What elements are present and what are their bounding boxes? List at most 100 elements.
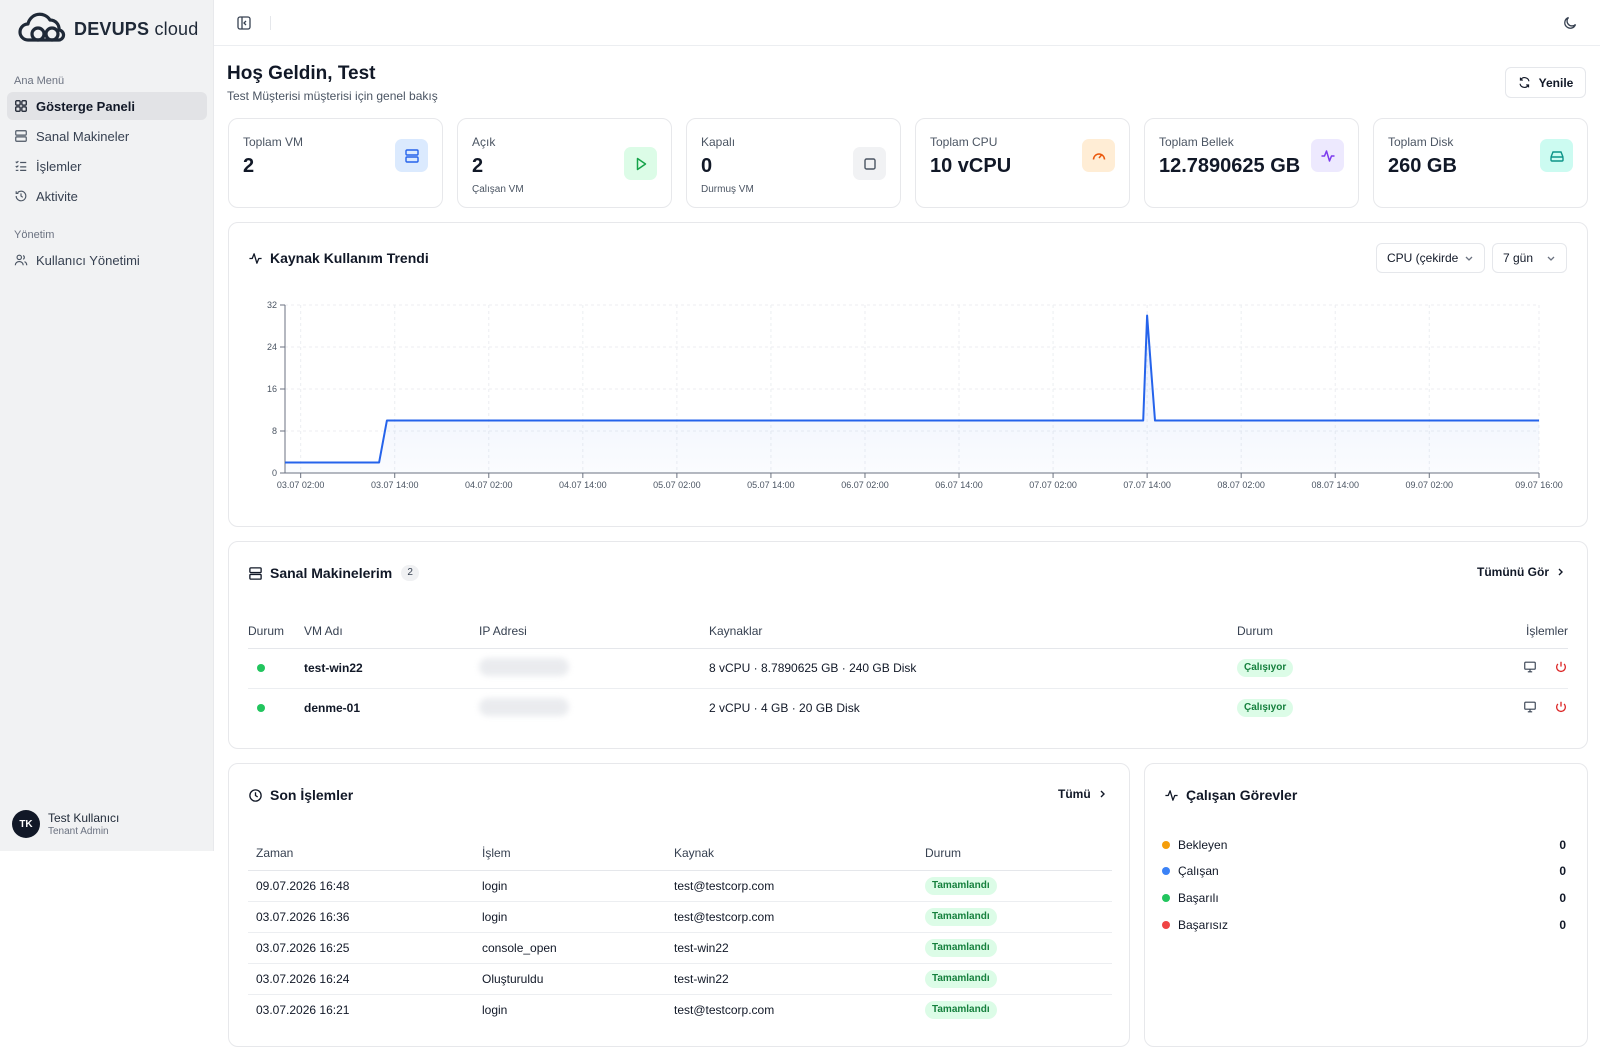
table-row[interactable]: test-win22 8 vCPU · 8.7890625 GB · 240 G… [248, 648, 1568, 689]
vm-table: Durum VM Adı IP Adresi Kaynaklar Durum İ… [248, 615, 1568, 728]
sidebar-item-activity[interactable]: Aktivite [7, 182, 207, 210]
sidebar-item-label: Gösterge Paneli [36, 98, 135, 114]
vm-name[interactable]: denme-01 [304, 688, 479, 728]
nav-group-management: Yönetim Kullanıcı Yönetimi [7, 226, 207, 274]
ip-cell [479, 688, 709, 728]
sidebar-item-user-management[interactable]: Kullanıcı Yönetimi [7, 246, 207, 274]
users-icon [14, 254, 28, 266]
trend-chart: 0 8 16 24 32 03.07 02:00 03.07 14:00 04.07 02:0… [267, 300, 1563, 490]
brand-logo[interactable]: DEVUPS cloud [16, 12, 198, 46]
table-header-row: Durum VM Adı IP Adresi Kaynaklar Durum İ… [248, 615, 1568, 649]
section-title: Kaynak Kullanım Trendi [248, 250, 429, 266]
monitor-icon[interactable] [1523, 700, 1537, 714]
brand-name: DEVUPS cloud [74, 19, 198, 40]
x-tick-label: 09.07 16:00 [1515, 480, 1563, 490]
nav-group-title: Ana Menü [14, 75, 65, 87]
power-icon[interactable] [1554, 700, 1568, 714]
refresh-icon [1519, 77, 1530, 88]
status-cell: Tamamlandı [925, 963, 1112, 995]
recent-operations-card: Son İşlemler Tümü Zaman İşlem Kaynak Dur… [228, 763, 1130, 1047]
y-tick-label: 0 [272, 468, 277, 478]
range-select-value: 7 gün [1503, 251, 1534, 265]
power-icon[interactable] [1554, 660, 1568, 674]
column-header: IP Adresi [479, 615, 709, 649]
running-tasks-card: Çalışan Görevler [1144, 763, 1588, 1047]
sidebar-item-label: Aktivite [36, 188, 78, 204]
refresh-label: Yenile [1538, 75, 1574, 90]
chevron-down-icon [1547, 256, 1555, 261]
table-row: 03.07.2026 16:21 login test@testcorp.com… [248, 994, 1112, 1025]
refresh-button[interactable]: Yenile [1505, 67, 1586, 98]
y-tick-label: 16 [267, 384, 277, 394]
stat-card-stopped: Kapalı 0 Durmuş VM [686, 118, 901, 208]
vm-name[interactable]: test-win22 [304, 648, 479, 689]
status-cell: Tamamlandı [925, 994, 1112, 1025]
stat-icon-box [1311, 139, 1344, 172]
gauge-icon [1092, 152, 1105, 160]
task-label: Çalışan [1178, 864, 1219, 878]
resource-trend-card: Kaynak Kullanım Trendi CPU (çekirde 7 gü… [228, 222, 1588, 527]
activity-icon [1321, 149, 1334, 162]
status-badge: Tamamlandı [925, 907, 997, 926]
monitor-icon[interactable] [1523, 660, 1537, 674]
stat-icon-box [1540, 139, 1573, 172]
table-row: 03.07.2026 16:24 Oluşturuldu test-win22 … [248, 963, 1112, 995]
actions-cell [1477, 688, 1568, 728]
table-row[interactable]: denme-01 2 vCPU · 4 GB · 20 GB Disk Çalı… [248, 688, 1568, 728]
x-tick-label: 03.07 14:00 [371, 480, 419, 490]
status-dot [1162, 894, 1170, 902]
nav-group-main: Ana Menü Gösterge Paneli Sanal Makineler… [7, 72, 207, 210]
status-badge: Tamamlandı [925, 969, 997, 988]
range-select[interactable]: 7 gün [1492, 243, 1567, 273]
chevron-right-icon [1558, 568, 1563, 576]
op-source: test-win22 [674, 963, 925, 995]
x-tick-label: 06.07 14:00 [935, 480, 983, 490]
stat-value: 2 [243, 155, 255, 177]
sidebar-toggle-icon[interactable] [236, 15, 252, 31]
sidebar-item-dashboard[interactable]: Gösterge Paneli [7, 92, 207, 120]
activity-icon [249, 252, 262, 264]
cloud-logo-icon [18, 12, 66, 42]
stat-sub: Çalışan VM [472, 184, 524, 195]
vm-count-badge: 2 [401, 565, 420, 581]
page-subtitle: Test Müşterisi müşterisi için genel bakı… [227, 89, 438, 103]
operations-table: Zaman İşlem Kaynak Durum 09.07.2026 16:4… [248, 837, 1112, 1025]
op-time: 03.07.2026 16:21 [256, 1002, 350, 1017]
list-checks-icon [15, 160, 27, 171]
view-all-operations-link[interactable]: Tümü [1058, 787, 1107, 801]
status-cell: Tamamlandı [925, 870, 1112, 902]
sidebar-item-operations[interactable]: İşlemler [7, 152, 207, 180]
moon-icon[interactable] [1562, 15, 1578, 31]
task-status-pending: Bekleyen 0 [1162, 838, 1566, 852]
task-label: Bekleyen [1178, 838, 1228, 852]
ip-address-redacted [479, 697, 569, 716]
y-tick-label: 24 [267, 342, 277, 352]
status-dot [1162, 841, 1170, 849]
x-tick-label: 08.07 02:00 [1217, 480, 1265, 490]
op-source: test@testcorp.com [674, 1002, 775, 1017]
x-tick-label: 07.07 02:00 [1029, 480, 1077, 490]
status-badge: Tamamlandı [925, 1000, 997, 1019]
view-all-vms-link[interactable]: Tümünü Gör [1477, 565, 1565, 579]
section-title-text: Çalışan Görevler [1186, 787, 1298, 803]
op-time: 03.07.2026 16:25 [248, 932, 482, 964]
vm-resources: 2 vCPU · 4 GB · 20 GB Disk [709, 701, 860, 716]
activity-icon [1165, 789, 1178, 801]
x-tick-label: 06.07 02:00 [841, 480, 889, 490]
user-profile[interactable]: TK Test Kullanıcı Tenant Admin [12, 810, 119, 838]
sidebar-item-label: Sanal Makineler [36, 128, 130, 144]
stat-value: 10 vCPU [930, 155, 1012, 177]
sidebar-item-virtual-machines[interactable]: Sanal Makineler [7, 122, 207, 150]
column-header: VM Adı [304, 615, 479, 649]
status-cell: Çalışıyor [1237, 688, 1477, 728]
stat-label: Toplam Bellek [1159, 135, 1234, 149]
stat-label: Toplam Disk [1388, 135, 1454, 149]
stat-value: 2 [472, 155, 484, 177]
status-cell [248, 688, 304, 728]
stat-label: Açık [472, 135, 496, 149]
metric-select[interactable]: CPU (çekirde [1376, 243, 1485, 273]
view-all-label: Tümünü Gör [1477, 565, 1549, 579]
x-tick-label: 08.07 14:00 [1311, 480, 1359, 490]
avatar: TK [12, 810, 40, 838]
section-title: Sanal Makinelerim 2 [248, 565, 420, 581]
